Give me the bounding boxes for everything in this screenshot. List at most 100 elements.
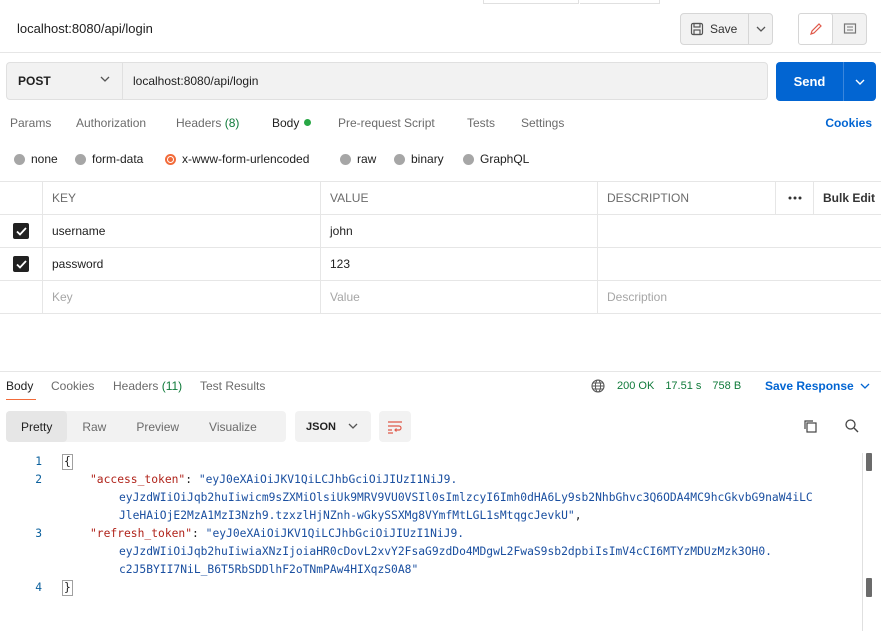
chevron-down-icon <box>855 79 865 85</box>
row-key[interactable]: username <box>43 215 321 247</box>
view-raw[interactable]: Raw <box>67 411 121 442</box>
tab-body[interactable]: Body <box>272 116 312 130</box>
chevron-down-icon <box>860 383 870 389</box>
response-divider[interactable] <box>0 371 881 372</box>
status-code[interactable]: 200 OK <box>617 380 654 392</box>
url-input[interactable]: localhost:8080/api/login <box>122 62 768 100</box>
response-status: 200 OK 17.51 s 758 B <box>591 379 741 393</box>
view-visualize[interactable]: Visualize <box>194 411 272 442</box>
method-select[interactable]: POST <box>6 62 122 100</box>
row-value[interactable]: 123 <box>321 248 598 280</box>
send-button[interactable]: Send <box>776 62 844 101</box>
radio-circle <box>14 153 25 165</box>
view-preview[interactable]: Preview <box>121 411 194 442</box>
new-key-input[interactable]: Key <box>43 281 321 313</box>
search-button[interactable] <box>844 418 860 437</box>
radio-circle <box>394 153 405 165</box>
header-description: DESCRIPTION <box>598 182 776 214</box>
close-brace: } <box>62 580 73 596</box>
line-number: 4 <box>35 581 42 594</box>
column-options-button[interactable] <box>776 182 814 214</box>
globe-icon[interactable] <box>591 379 605 393</box>
check-icon <box>15 226 27 236</box>
radio-form-data[interactable]: form-data <box>75 152 143 166</box>
response-tab-headers-label: Headers <box>113 379 159 393</box>
radio-circle-selected <box>165 153 176 165</box>
response-time[interactable]: 17.51 s <box>665 380 701 392</box>
radio-graphql[interactable]: GraphQL <box>463 152 529 166</box>
send-options-button[interactable] <box>844 62 876 101</box>
json-string: JleHAiOjE2MzA1MzI3Nzh9.tzxzlHjNZnh-wGkyS… <box>119 509 575 522</box>
table-row-new: Key Value Description <box>0 281 881 314</box>
response-tab-cookies[interactable]: Cookies <box>51 379 94 393</box>
more-horizontal-icon <box>788 196 801 200</box>
table-header-row: KEY VALUE DESCRIPTION Bulk Edit <box>0 182 881 215</box>
row-checkbox[interactable] <box>13 256 29 272</box>
response-size[interactable]: 758 B <box>712 380 741 392</box>
row-checkbox[interactable] <box>13 223 29 239</box>
code-line: c2J5BYII7NiL_B6T5RbSDDlhF2oTNmPAw4HIXqzS… <box>119 563 418 576</box>
response-body-code[interactable]: 1 2 3 4 { "access_token": "eyJ0eXAiOiJKV… <box>0 452 881 631</box>
save-options-button[interactable] <box>749 14 772 44</box>
row-checkbox-cell <box>0 248 43 280</box>
tab-headers[interactable]: Headers (8) <box>176 116 239 130</box>
scrollbar-thumb[interactable] <box>866 578 872 597</box>
response-tab-test-results[interactable]: Test Results <box>200 379 265 393</box>
cookies-link[interactable]: Cookies <box>825 116 872 130</box>
copy-icon <box>804 420 817 433</box>
response-tab-headers[interactable]: Headers (11) <box>113 379 182 393</box>
code-line: { <box>62 454 73 470</box>
view-pretty[interactable]: Pretty <box>6 411 68 442</box>
json-key: "refresh_token" <box>90 527 193 540</box>
request-header: localhost:8080/api/login Save <box>0 4 881 53</box>
scrollbar-track[interactable] <box>862 453 863 631</box>
radio-circle <box>463 153 474 165</box>
bulk-edit-button[interactable]: Bulk Edit <box>814 182 881 214</box>
tab-params[interactable]: Params <box>10 116 51 130</box>
code-line: eyJzdWIiOiJqb2huIiwicm9sZXMiOlsiUk9MRV9V… <box>119 491 813 504</box>
tab-pre-request-script[interactable]: Pre-request Script <box>338 116 435 130</box>
json-string: "eyJ0eXAiOiJKV1QiLCJhbGciOiJIUzI1NiJ9. <box>198 473 458 486</box>
chevron-down-icon <box>348 423 358 429</box>
row-description[interactable] <box>598 215 881 247</box>
line-number: 1 <box>35 455 42 468</box>
json-string: eyJzdWIiOiJqb2huIiwiaXNzIjoiaHR0cDovL2xv… <box>119 545 772 558</box>
row-value[interactable]: john <box>321 215 598 247</box>
radio-none-label: none <box>31 152 58 166</box>
tab-settings[interactable]: Settings <box>521 116 564 130</box>
radio-circle <box>75 153 86 165</box>
format-select[interactable]: JSON <box>295 411 371 442</box>
radio-raw-label: raw <box>357 152 377 166</box>
row-key[interactable]: password <box>43 248 321 280</box>
radio-circle <box>340 153 351 165</box>
wrap-lines-button[interactable] <box>379 411 411 442</box>
open-brace: { <box>62 454 73 470</box>
code-line: } <box>62 580 73 596</box>
tab-authorization[interactable]: Authorization <box>76 116 146 130</box>
wrap-lines-icon <box>388 420 402 434</box>
radio-x-www-form-urlencoded[interactable]: x-www-form-urlencoded <box>165 152 309 166</box>
new-value-input[interactable]: Value <box>321 281 598 313</box>
save-button[interactable]: Save <box>681 14 749 44</box>
code-line: eyJzdWIiOiJqb2huIiwiaXNzIjoiaHR0cDovL2xv… <box>119 545 772 558</box>
tab-tests[interactable]: Tests <box>467 116 495 130</box>
copy-button[interactable] <box>802 418 818 437</box>
edit-mode-button[interactable] <box>798 13 833 45</box>
view-mode-toggle <box>798 13 867 45</box>
request-title[interactable]: localhost:8080/api/login <box>17 21 153 36</box>
row-description[interactable] <box>598 248 881 280</box>
save-icon <box>690 22 704 36</box>
tab-headers-label: Headers <box>176 116 222 130</box>
radio-graphql-label: GraphQL <box>480 152 530 166</box>
scrollbar-thumb[interactable] <box>866 453 872 471</box>
radio-binary[interactable]: binary <box>394 152 444 166</box>
new-description-input[interactable]: Description <box>598 281 881 313</box>
radio-raw[interactable]: raw <box>340 152 376 166</box>
response-tab-body[interactable]: Body <box>6 379 33 393</box>
pencil-icon <box>809 23 822 35</box>
documentation-mode-button[interactable] <box>833 14 866 44</box>
save-response-button[interactable]: Save Response <box>765 379 870 393</box>
json-string: c2J5BYII7NiL_B6T5RbSDDlhF2oTNmPAw4HIXqzS… <box>119 563 419 576</box>
radio-none[interactable]: none <box>14 152 58 166</box>
save-response-label: Save Response <box>765 379 854 393</box>
